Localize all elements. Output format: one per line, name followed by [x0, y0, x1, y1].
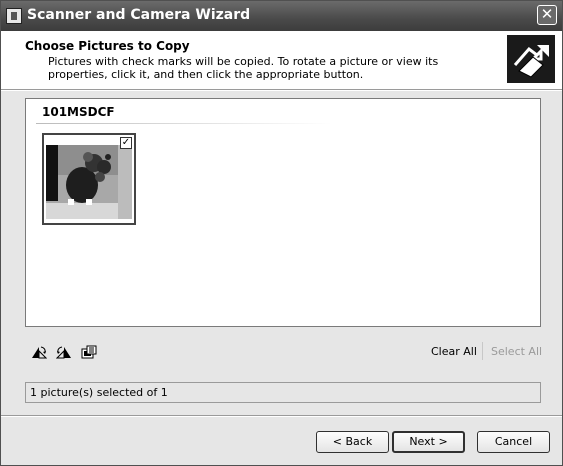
footer-separator [1, 415, 562, 417]
picture-thumbnail[interactable]: ✓ [42, 133, 136, 225]
scanner-app-icon [6, 8, 22, 24]
picture-checkbox[interactable]: ✓ [120, 137, 132, 149]
cancel-button[interactable]: Cancel [477, 431, 550, 453]
wizard-camera-icon [507, 35, 555, 83]
back-button[interactable]: < Back [316, 431, 389, 453]
select-all-button[interactable]: Select All [491, 345, 542, 358]
pictures-list[interactable]: 101MSDCF ✓ [25, 98, 541, 327]
clear-all-button[interactable]: Clear All [431, 345, 477, 358]
thumbnail-image [46, 145, 132, 219]
wizard-header: Choose Pictures to Copy Pictures with ch… [1, 31, 562, 89]
header-separator [1, 89, 562, 91]
rotate-counterclockwise-icon[interactable] [55, 344, 72, 359]
close-button[interactable]: ✕ [537, 5, 557, 25]
selection-status-text: 1 picture(s) selected of 1 [30, 386, 168, 399]
wizard-window: Scanner and Camera Wizard ✕ Choose Pictu… [0, 0, 563, 466]
next-button[interactable]: Next > [392, 431, 465, 453]
properties-icon[interactable] [81, 344, 97, 359]
page-description: Pictures with check marks will be copied… [48, 55, 439, 81]
toolbar-separator [482, 342, 483, 360]
selection-status-bar: 1 picture(s) selected of 1 [25, 382, 541, 403]
rotate-clockwise-icon[interactable] [31, 344, 48, 359]
folder-group-header: 101MSDCF [42, 105, 115, 119]
window-title: Scanner and Camera Wizard [27, 7, 251, 23]
title-bar[interactable]: Scanner and Camera Wizard ✕ [1, 1, 562, 31]
group-divider [36, 123, 332, 124]
page-title: Choose Pictures to Copy [25, 39, 190, 53]
